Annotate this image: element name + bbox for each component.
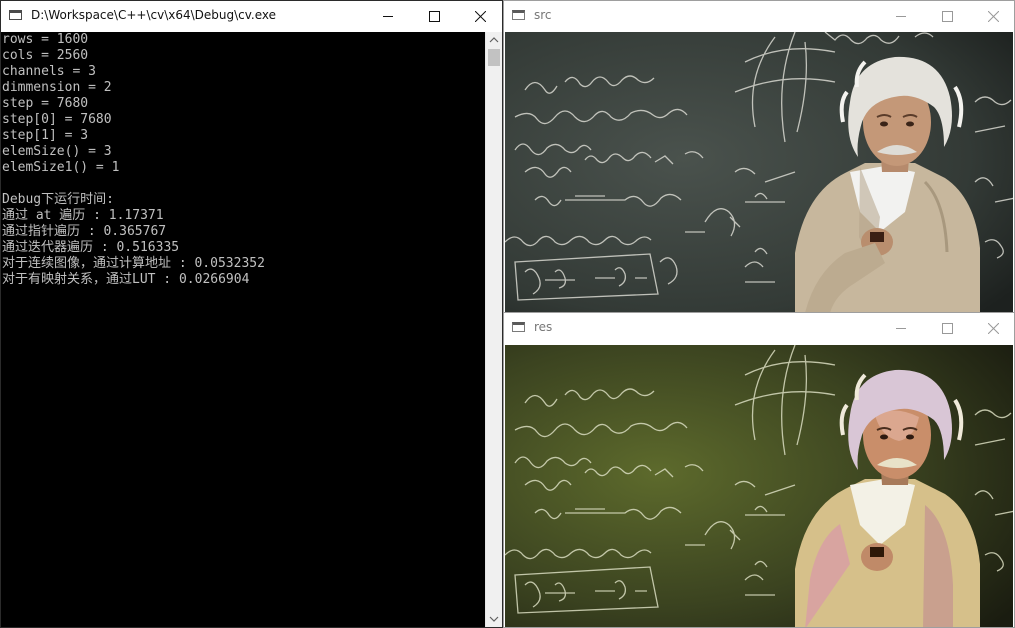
scroll-thumb[interactable] bbox=[488, 49, 500, 66]
src-maximize-button[interactable] bbox=[924, 1, 970, 31]
opencv-window-icon bbox=[512, 10, 525, 20]
console-line: channels = 3 bbox=[2, 64, 96, 79]
console-line: 通过指针遍历 : 0.365767 bbox=[2, 224, 167, 239]
console-line: step = 7680 bbox=[2, 96, 89, 111]
console-line: step[0] = 7680 bbox=[2, 112, 112, 127]
res-maximize-button[interactable] bbox=[924, 313, 970, 343]
close-button[interactable] bbox=[457, 1, 502, 31]
src-window[interactable]: src bbox=[503, 0, 1015, 313]
src-close-button[interactable] bbox=[970, 1, 1014, 31]
console-line: 对于连续图像，通过计算地址 : 0.0532352 bbox=[2, 256, 265, 271]
res-window[interactable]: res bbox=[503, 312, 1015, 628]
opencv-window-icon bbox=[512, 322, 525, 332]
minimize-button[interactable] bbox=[365, 1, 411, 31]
console-window[interactable]: D:\Workspace\C++\cv\x64\Debug\cv.exe row… bbox=[0, 0, 503, 628]
console-titlebar[interactable]: D:\Workspace\C++\cv\x64\Debug\cv.exe bbox=[1, 1, 502, 32]
console-output[interactable]: rows = 1600 cols = 2560 channels = 3 dim… bbox=[1, 32, 486, 627]
console-line: Debug下运行时间: bbox=[2, 192, 114, 207]
console-line: 通过迭代器遍历 : 0.516335 bbox=[2, 240, 180, 255]
scroll-down-arrow-icon bbox=[489, 616, 499, 622]
src-title: src bbox=[534, 8, 552, 22]
res-titlebar[interactable]: res bbox=[504, 313, 1014, 343]
close-icon bbox=[475, 11, 486, 22]
res-title: res bbox=[534, 320, 553, 334]
res-close-button[interactable] bbox=[970, 313, 1014, 343]
vertical-scrollbar[interactable] bbox=[485, 32, 502, 627]
console-line: dimmension = 2 bbox=[2, 80, 112, 95]
console-line: cols = 2560 bbox=[2, 48, 89, 63]
console-line: elemSize1() = 1 bbox=[2, 160, 120, 175]
console-app-icon bbox=[9, 10, 22, 20]
res-minimize-button[interactable] bbox=[878, 313, 924, 343]
close-icon bbox=[988, 11, 999, 22]
scroll-down-button[interactable] bbox=[486, 611, 502, 627]
console-line: rows = 1600 bbox=[2, 32, 89, 47]
minimize-icon bbox=[896, 328, 906, 329]
res-image bbox=[505, 345, 1013, 627]
console-line: 通过 at 遍历 : 1.17371 bbox=[2, 208, 164, 223]
console-line: step[1] = 3 bbox=[2, 128, 89, 143]
console-line: elemSize() = 3 bbox=[2, 144, 112, 159]
scroll-up-arrow-icon bbox=[489, 37, 499, 43]
maximize-icon bbox=[429, 11, 440, 22]
minimize-icon bbox=[383, 16, 393, 17]
minimize-icon bbox=[896, 16, 906, 17]
console-line: 对于有映射关系，通过LUT : 0.0266904 bbox=[2, 272, 250, 287]
src-minimize-button[interactable] bbox=[878, 1, 924, 31]
src-titlebar[interactable]: src bbox=[504, 1, 1014, 31]
maximize-icon bbox=[942, 11, 953, 22]
console-title: D:\Workspace\C++\cv\x64\Debug\cv.exe bbox=[31, 8, 277, 22]
maximize-icon bbox=[942, 323, 953, 334]
scroll-up-button[interactable] bbox=[486, 32, 502, 48]
src-image bbox=[505, 32, 1013, 312]
maximize-button[interactable] bbox=[411, 1, 457, 31]
close-icon bbox=[988, 323, 999, 334]
